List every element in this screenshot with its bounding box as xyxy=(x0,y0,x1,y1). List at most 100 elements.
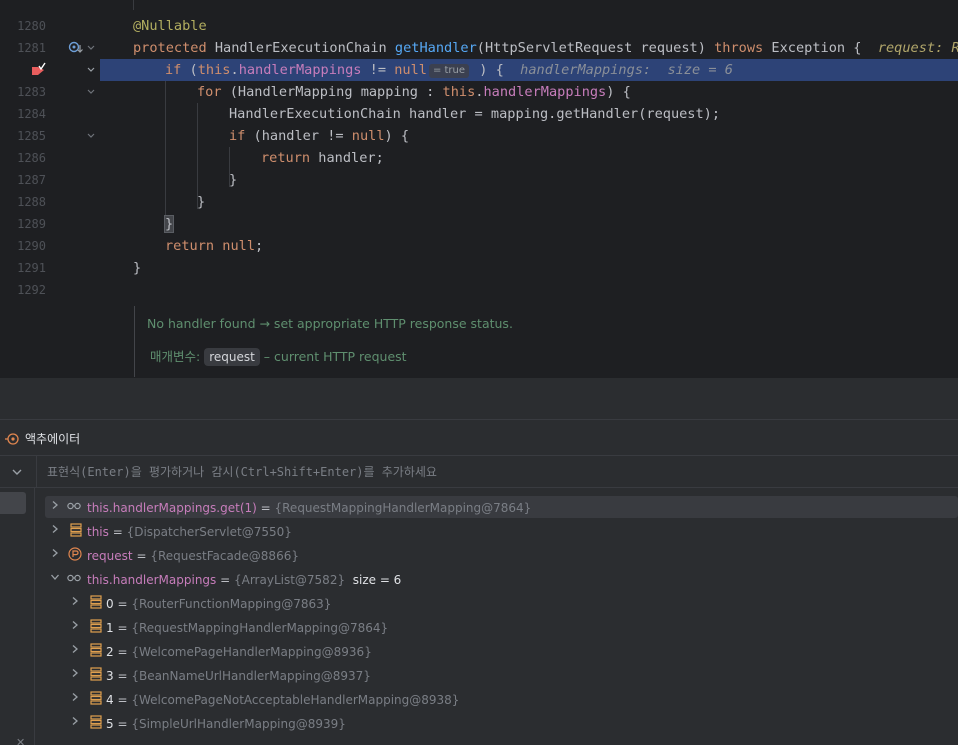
watch-glasses-icon xyxy=(67,502,81,510)
chevron-right-icon[interactable] xyxy=(71,717,79,725)
variable-name: request xyxy=(87,549,133,563)
list-element-row[interactable]: 1 = {RequestMappingHandlerMapping@7864} xyxy=(35,612,958,636)
method-name-token: getHandler xyxy=(394,40,477,56)
chevron-right-icon[interactable] xyxy=(71,645,79,653)
watch-row[interactable]: this.handlerMappings = {ArrayList@7582} … xyxy=(35,564,958,588)
fold-chevron-icon[interactable] xyxy=(86,125,96,147)
doc-params: 매개변수: request – current HTTP request xyxy=(150,346,407,366)
code-editor[interactable]: 1280 1281 1283 1284 1285 1286 1287 1288 … xyxy=(0,0,958,377)
line-number: 1291 xyxy=(17,261,46,275)
line-number: 1283 xyxy=(17,85,46,99)
watch-row[interactable]: this.handlerMappings.get(1) = {RequestMa… xyxy=(35,492,958,518)
chevron-right-icon[interactable] xyxy=(51,525,59,533)
element-index: 3 xyxy=(106,669,114,683)
doc-param-label: 매개변수: xyxy=(150,349,201,364)
element-label: 3 = {BeanNameUrlHandlerMapping@8937} xyxy=(106,669,371,683)
indent-guide xyxy=(165,81,166,231)
variables-tree[interactable]: this.handlerMappings.get(1) = {RequestMa… xyxy=(35,488,958,745)
chevron-right-icon[interactable] xyxy=(71,669,79,677)
line-number: 1289 xyxy=(17,217,46,231)
chevron-right-icon[interactable] xyxy=(51,501,59,509)
field-token: handlerMappings xyxy=(238,62,362,78)
fold-chevron-icon[interactable] xyxy=(86,81,96,103)
panel-splitter[interactable] xyxy=(0,377,958,419)
line-number: 1281 xyxy=(17,41,46,55)
chevron-right-icon[interactable] xyxy=(71,597,79,605)
code-token: ) { xyxy=(606,84,631,100)
code-token: . xyxy=(230,62,239,78)
chevron-right-icon[interactable] xyxy=(71,693,79,701)
code-token: ; xyxy=(255,238,264,254)
matched-brace: } xyxy=(163,215,175,233)
rendered-javadoc: No handler found → set appropriate HTTP … xyxy=(134,306,734,377)
element-label: 2 = {WelcomePageHandlerMapping@8936} xyxy=(106,645,372,659)
list-element-row[interactable]: 3 = {BeanNameUrlHandlerMapping@8937} xyxy=(35,660,958,684)
code-line-1288: } xyxy=(197,194,206,210)
field-icon xyxy=(70,523,82,537)
code-line-current: if (this.handlerMappings != null = true )… xyxy=(165,59,733,81)
code-token: ) { xyxy=(384,128,410,144)
element-value: {WelcomePageHandlerMapping@8936} xyxy=(131,645,372,659)
equals-sign: = xyxy=(108,525,127,539)
element-label: 1 = {RequestMappingHandlerMapping@7864} xyxy=(106,621,388,635)
code-line-1290: return null; xyxy=(165,235,263,257)
chevron-down-icon[interactable] xyxy=(10,464,24,478)
field-icon xyxy=(90,691,102,705)
chevron-right-icon[interactable] xyxy=(51,549,59,557)
element-value: {RequestMappingHandlerMapping@7864} xyxy=(131,621,389,635)
code-token: != xyxy=(361,62,395,78)
list-element-row[interactable]: 2 = {WelcomePageHandlerMapping@8936} xyxy=(35,636,958,660)
code-line-1286: return handler; xyxy=(261,147,384,169)
params-token: (HttpServletRequest request) xyxy=(476,40,706,56)
doc-summary: No handler found → set appropriate HTTP … xyxy=(147,316,513,331)
watch-row[interactable]: request = {RequestFacade@8866} xyxy=(35,540,958,564)
equals-sign: = xyxy=(113,693,132,707)
indent-guide xyxy=(133,0,134,10)
fold-chevron-icon[interactable] xyxy=(86,59,96,81)
element-value: {SimpleUrlHandlerMapping@8939} xyxy=(131,717,346,731)
fold-chevron-icon[interactable] xyxy=(86,37,96,59)
chevron-right-icon[interactable] xyxy=(71,621,79,629)
field-icon xyxy=(90,667,102,681)
list-element-row[interactable]: 0 = {RouterFunctionMapping@7863} xyxy=(35,588,958,612)
field-token: handlerMappings xyxy=(483,84,607,100)
evaluate-expression-input[interactable] xyxy=(36,456,936,487)
inline-value-hint[interactable]: = true xyxy=(428,64,470,78)
annotation-token: @Nullable xyxy=(133,18,207,34)
equals-sign: = xyxy=(113,597,132,611)
equals-sign: = xyxy=(113,717,132,731)
keyword-token: throws xyxy=(714,40,764,56)
watch-label: this.handlerMappings.get(1) = {RequestMa… xyxy=(87,501,531,515)
selected-frame-marker[interactable] xyxy=(0,492,26,514)
keyword-token: null xyxy=(351,128,385,144)
variable-value: {ArrayList@7582} xyxy=(233,573,346,587)
keyword-token: if xyxy=(165,62,182,78)
editor-gutter[interactable]: 1280 1281 1283 1284 1285 1286 1287 1288 … xyxy=(0,0,100,377)
list-element-row[interactable]: 5 = {SimpleUrlHandlerMapping@8939} xyxy=(35,708,958,732)
line-number: 1292 xyxy=(17,283,46,297)
keyword-token: return xyxy=(261,150,311,166)
collection-size: size = 6 xyxy=(352,573,402,587)
element-index: 0 xyxy=(106,597,114,611)
element-value: {RouterFunctionMapping@7863} xyxy=(131,597,332,611)
breakpoint-icon[interactable] xyxy=(30,59,46,81)
line-number: 1287 xyxy=(17,173,46,187)
watch-row[interactable]: this = {DispatcherServlet@7550} xyxy=(35,516,958,540)
code-token: (HandlerMapping mapping : xyxy=(221,84,443,100)
code-line-1280: @Nullable xyxy=(133,15,207,37)
type-token: Exception { xyxy=(771,40,862,56)
doc-param-name: request xyxy=(204,348,260,366)
code-text-area[interactable]: @Nullable protected HandlerExecutionChai… xyxy=(100,0,958,377)
implements-method-icon[interactable] xyxy=(68,37,84,59)
inline-debug-value[interactable]: handlerMappings: size = 6 xyxy=(520,62,733,78)
keyword-token: this xyxy=(442,84,476,100)
list-element-row[interactable]: 4 = {WelcomePageNotAcceptableHandlerMapp… xyxy=(35,684,958,708)
chevron-down-icon[interactable] xyxy=(51,573,59,581)
element-value: {WelcomePageNotAcceptableHandlerMapping@… xyxy=(131,693,460,707)
element-index: 1 xyxy=(106,621,114,635)
element-label: 4 = {WelcomePageNotAcceptableHandlerMapp… xyxy=(106,693,459,707)
element-label: 0 = {RouterFunctionMapping@7863} xyxy=(106,597,331,611)
line-number: 1286 xyxy=(17,151,46,165)
close-icon[interactable]: ✕ xyxy=(16,736,25,745)
line-number: 1290 xyxy=(17,239,46,253)
